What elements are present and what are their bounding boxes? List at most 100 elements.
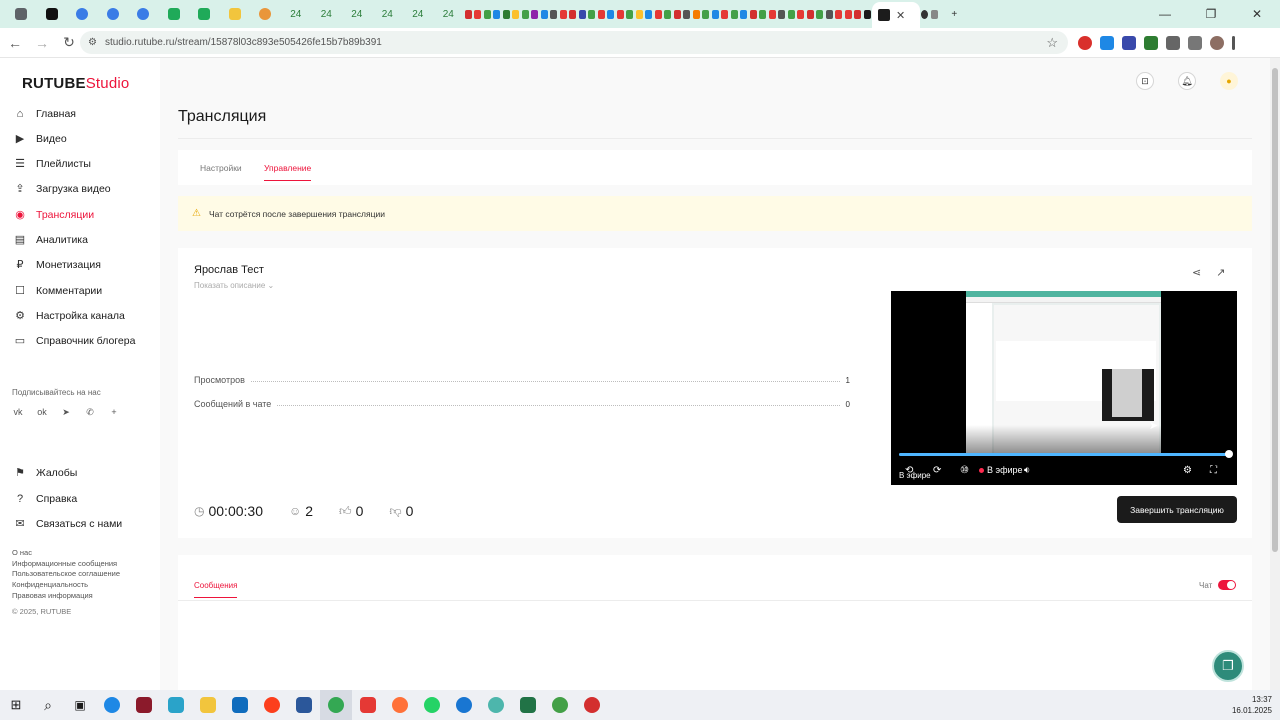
word-icon[interactable]	[288, 690, 320, 720]
tab-favicon[interactable]	[739, 0, 749, 28]
replay-10-icon[interactable]: ⑩	[960, 465, 969, 476]
tab-management[interactable]: Управление	[264, 163, 312, 181]
tab-favicon[interactable]	[250, 0, 281, 28]
tab-favicon-number[interactable]: 24	[281, 0, 312, 28]
rutube-studio-logo[interactable]: RUTUBEStudio	[22, 75, 129, 92]
extension-icon[interactable]	[1078, 36, 1092, 50]
footer-link[interactable]: О нас	[12, 548, 120, 559]
settings-gear-icon[interactable]: ⚙	[1183, 465, 1192, 476]
page-scrollbar[interactable]	[1270, 58, 1280, 690]
tab-favicon[interactable]	[749, 0, 759, 28]
minimize-icon[interactable]: —	[1142, 0, 1188, 28]
firefox-icon[interactable]	[384, 690, 416, 720]
notifications-icon[interactable]: 🔔︎	[1178, 72, 1196, 90]
vk-icon[interactable]: vk	[12, 406, 24, 418]
windows-start-icon[interactable]: ⊞	[0, 697, 32, 713]
sidebar-item-channel-settings[interactable]: ⚙ Настройка канала	[14, 306, 125, 326]
new-tab-icon[interactable]: +	[939, 0, 970, 28]
tab-favicon[interactable]	[597, 0, 607, 28]
app-icon[interactable]	[128, 690, 160, 720]
tab-favicon[interactable]	[796, 0, 806, 28]
whatsapp-icon[interactable]	[416, 690, 448, 720]
scrollbar-thumb[interactable]	[1272, 68, 1278, 552]
tab-favicon[interactable]	[730, 0, 740, 28]
address-bar[interactable]: ⚙ studio.rutube.ru/stream/15878l03c893e5…	[80, 31, 1068, 54]
tab-favicon[interactable]	[815, 0, 825, 28]
tab-favicon[interactable]	[606, 0, 616, 28]
tab-favicon[interactable]	[844, 0, 854, 28]
active-browser-tab[interactable]: ✕	[872, 2, 920, 28]
tab-favicon[interactable]	[568, 0, 578, 28]
tab-favicon-number[interactable]: 24	[433, 0, 464, 28]
tab-favicon[interactable]	[189, 0, 220, 28]
tab-favicon[interactable]	[644, 0, 654, 28]
live-indicator[interactable]: В эфире	[979, 465, 1023, 475]
tab-favicon[interactable]	[473, 0, 483, 28]
tab-favicon[interactable]	[6, 0, 37, 28]
sidebar-item-help[interactable]: ? Справка	[14, 489, 77, 509]
tab-favicon[interactable]	[635, 0, 645, 28]
tab-favicon[interactable]	[549, 0, 559, 28]
sidebar-item-monetization[interactable]: ₽ Монетизация	[14, 255, 101, 275]
share-icon[interactable]: ⋖	[1192, 266, 1201, 279]
fullscreen-icon[interactable]: ⛶	[1210, 465, 1217, 476]
search-icon[interactable]: ⌕	[32, 690, 64, 720]
sidebar-item-upload[interactable]: ⇪ Загрузка видео	[14, 179, 110, 199]
tab-favicon[interactable]	[128, 0, 159, 28]
app-icon[interactable]	[352, 690, 384, 720]
footer-link[interactable]: Правовая информация	[12, 591, 120, 602]
app-icon[interactable]	[544, 690, 576, 720]
file-explorer-icon[interactable]	[192, 690, 224, 720]
tab-favicon[interactable]	[720, 0, 730, 28]
more-icon[interactable]: +	[108, 406, 120, 418]
tab-favicon[interactable]	[616, 0, 626, 28]
footer-link[interactable]: Информационные сообщения	[12, 559, 120, 570]
tab-favicon[interactable]	[492, 0, 502, 28]
viber-icon[interactable]: ✆	[84, 406, 96, 418]
tab-favicon-number[interactable]: 24	[403, 0, 434, 28]
volume-icon[interactable]: 🔉︎	[1024, 465, 1030, 476]
sidebar-item-analytics[interactable]: ▤ Аналитика	[14, 230, 88, 250]
tab-favicon[interactable]	[930, 0, 940, 28]
tab-favicon[interactable]	[777, 0, 787, 28]
player-progress-bar[interactable]	[899, 450, 1233, 458]
tab-favicon[interactable]	[654, 0, 664, 28]
forward-icon[interactable]: →	[30, 31, 54, 55]
tab-favicon[interactable]	[863, 0, 873, 28]
tab-favicon[interactable]	[701, 0, 711, 28]
sidebar-item-blogger-guide[interactable]: ▭ Справочник блогера	[14, 331, 136, 351]
open-external-icon[interactable]: ↗	[1216, 266, 1225, 279]
tab-favicon[interactable]	[834, 0, 844, 28]
tab-favicon[interactable]	[540, 0, 550, 28]
extensions-puzzle-icon[interactable]	[1166, 36, 1180, 50]
sidebar-item-broadcasts[interactable]: ◉ Трансляции	[14, 205, 94, 225]
tab-favicon[interactable]	[787, 0, 797, 28]
app-icon[interactable]	[160, 690, 192, 720]
support-chat-button[interactable]: ❐	[1212, 650, 1244, 682]
excel-icon[interactable]	[512, 690, 544, 720]
tab-favicon[interactable]	[758, 0, 768, 28]
tab-favicon[interactable]	[98, 0, 129, 28]
extension-icon[interactable]	[1122, 36, 1136, 50]
tab-messages[interactable]: Сообщения	[194, 581, 238, 598]
tab-favicon-number[interactable]: 24	[372, 0, 403, 28]
video-player[interactable]: ➤ ⟲ ⟳ ⑩ В эфире 🔉︎ ⚙ ⛶ В эфире	[891, 291, 1237, 485]
edge-icon[interactable]	[96, 690, 128, 720]
tab-favicon-number[interactable]: 24	[342, 0, 373, 28]
extension-icon[interactable]	[1100, 36, 1114, 50]
bookmark-star-icon[interactable]: ☆	[1046, 35, 1058, 51]
site-info-icon[interactable]: ⚙	[88, 37, 97, 48]
footer-link[interactable]: Пользовательское соглашение	[12, 569, 120, 580]
tab-favicon[interactable]	[692, 0, 702, 28]
tab-favicon[interactable]	[853, 0, 863, 28]
tab-favicon[interactable]	[825, 0, 835, 28]
app-icon[interactable]	[576, 690, 608, 720]
footer-link[interactable]: Конфиденциальность	[12, 580, 120, 591]
tab-favicon[interactable]	[521, 0, 531, 28]
reload-icon[interactable]: ↻	[57, 31, 81, 55]
tab-favicon[interactable]	[673, 0, 683, 28]
sidebar-item-comments[interactable]: ☐ Комментарии	[14, 281, 102, 301]
tab-favicon[interactable]	[711, 0, 721, 28]
task-view-icon[interactable]: ▣	[64, 690, 96, 720]
tab-favicon[interactable]	[67, 0, 98, 28]
